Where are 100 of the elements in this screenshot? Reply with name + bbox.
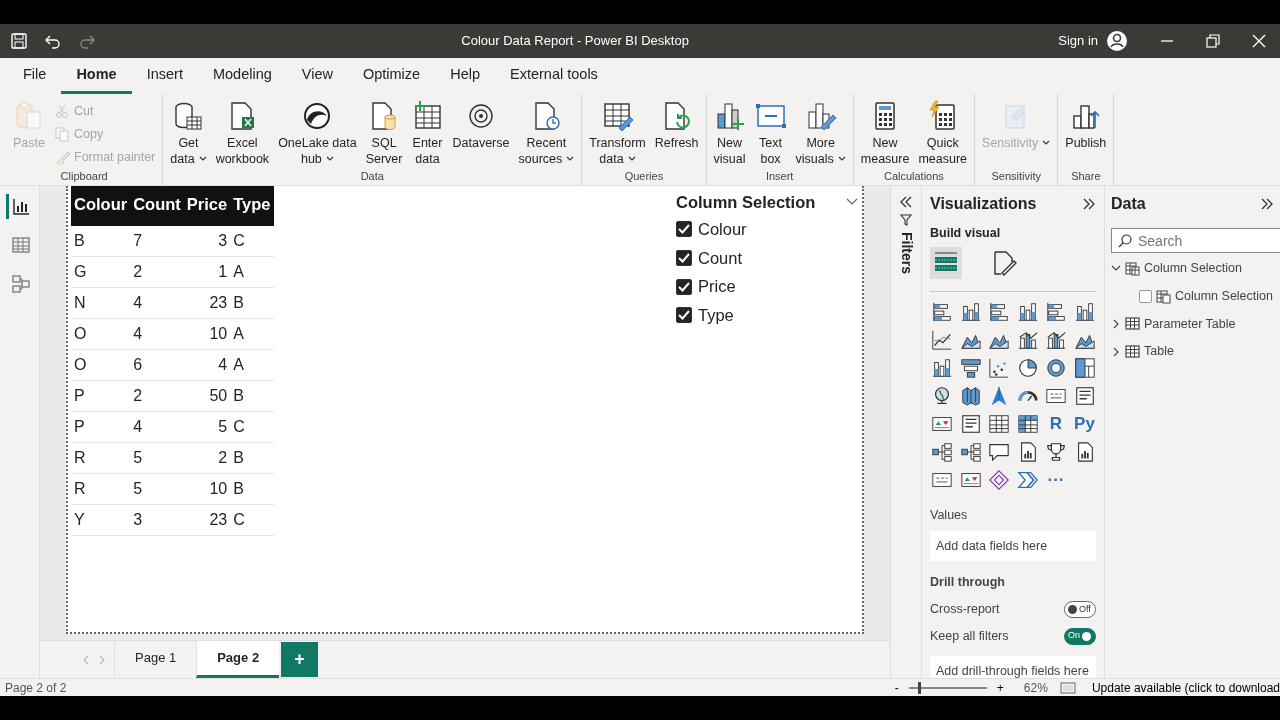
table-cell: P xyxy=(71,380,131,412)
slicer-option[interactable]: Colour xyxy=(676,214,747,244)
funnel-chart-icon xyxy=(959,356,982,379)
table-cell: 2 xyxy=(183,442,231,474)
drop-zone[interactable]: Add data fields here xyxy=(930,530,1096,562)
field-list-item[interactable]: Parameter Table xyxy=(1111,311,1236,337)
column-header[interactable]: Price xyxy=(183,186,231,226)
visual-type-button[interactable]: Py xyxy=(1072,411,1097,436)
parameter-field-icon xyxy=(1156,288,1171,304)
slicer-option[interactable]: Count xyxy=(676,243,743,273)
diagram-icon xyxy=(11,273,31,294)
sign-in-button[interactable]: Sign in xyxy=(1054,30,1132,52)
table-cell: P xyxy=(71,411,131,443)
table-cell: Y xyxy=(71,504,131,536)
field-list-item[interactable]: Column Selection xyxy=(1111,283,1273,309)
visual-type-button[interactable]: ··· xyxy=(1044,467,1068,492)
drop-zone[interactable]: Add drill-through fields here xyxy=(930,655,1096,678)
ribbon-button[interactable]: SQL Server xyxy=(361,98,407,169)
table-cell: 23 xyxy=(183,287,231,319)
menu-tab[interactable]: File xyxy=(8,60,62,94)
table-cell: B xyxy=(71,225,131,257)
column-header[interactable]: Type xyxy=(230,186,274,226)
column-header[interactable]: Count xyxy=(130,186,184,226)
column-chart-icon xyxy=(1016,300,1039,323)
visual-type-button[interactable] xyxy=(1072,355,1097,380)
visual-type-button[interactable]: R xyxy=(1044,411,1068,436)
add-page-button[interactable]: + xyxy=(281,642,318,677)
group-label: Calculations xyxy=(882,169,945,184)
column-header[interactable]: Colour xyxy=(71,186,131,226)
ribbon-button[interactable]: New visual xyxy=(709,98,750,169)
map-icon xyxy=(959,384,982,407)
bar-chart-icon xyxy=(931,300,953,323)
ribbon-button[interactable]: Recent sources xyxy=(514,98,579,169)
visual-type-button[interactable] xyxy=(987,467,1011,492)
checkbox[interactable] xyxy=(676,307,692,324)
zoom-in-button[interactable]: + xyxy=(992,678,1008,697)
user-avatar-icon xyxy=(1106,30,1128,52)
menu-tab[interactable]: Modeling xyxy=(197,60,287,94)
build-tab[interactable] xyxy=(930,246,962,279)
group-label: Share xyxy=(1070,169,1102,184)
field-list-item[interactable]: Column Selection xyxy=(1111,256,1242,281)
decomposition-tree-icon xyxy=(959,440,982,463)
group-label: Clipboard xyxy=(59,169,109,184)
ribbon-button[interactable]: Quick measure xyxy=(914,98,972,169)
ribbon-button[interactable]: Refresh xyxy=(650,98,703,169)
table-cell: B xyxy=(230,287,274,319)
table-cell: 10 xyxy=(183,318,231,350)
toggle-switch[interactable]: Off xyxy=(1064,600,1096,618)
page-tab[interactable]: Page 2 xyxy=(196,641,280,678)
slicer-option[interactable]: Price xyxy=(676,272,736,301)
list-card-icon xyxy=(959,412,982,435)
ribbon-button[interactable]: Enter data xyxy=(407,98,448,169)
table-cell: 3 xyxy=(130,504,184,536)
ribbon-button[interactable]: Text box xyxy=(750,98,791,169)
menu-tab[interactable]: Optimize xyxy=(347,60,436,94)
column-chart-icon xyxy=(931,356,953,379)
trophy-icon xyxy=(1045,440,1067,463)
search-icon xyxy=(1118,234,1132,248)
group-label: Insert xyxy=(764,169,795,184)
ribbon-button[interactable]: Excel workbook xyxy=(211,98,274,169)
filters-pane-label[interactable]: Filters xyxy=(895,232,917,274)
slider-thumb[interactable] xyxy=(918,681,922,694)
previous-page-icon xyxy=(82,654,90,665)
table-cell: B xyxy=(230,380,274,412)
checkbox[interactable] xyxy=(676,278,692,295)
ribbon-button[interactable]: OneLake data hub xyxy=(274,98,361,169)
copy-icon xyxy=(54,126,70,143)
ribbon-button[interactable]: Dataverse xyxy=(448,98,514,169)
search-field[interactable]: Search xyxy=(1111,228,1280,253)
window-title: Colour Data Report - Power BI Desktop xyxy=(460,32,690,51)
ribbon-button[interactable]: New measure xyxy=(856,98,914,169)
ribbon-button[interactable]: Get data xyxy=(166,98,211,169)
table-cell: 4 xyxy=(130,287,184,319)
table-cell: 7 xyxy=(130,225,184,257)
checkbox[interactable] xyxy=(676,249,692,266)
menu-tab[interactable]: View xyxy=(286,60,348,94)
zoom-out-button[interactable]: - xyxy=(890,678,903,697)
pane-title: Data xyxy=(1111,194,1146,214)
scissors-icon xyxy=(54,103,70,120)
ribbon-button[interactable]: Publish xyxy=(1061,98,1111,169)
table-cell: O xyxy=(71,349,131,381)
menu-tab[interactable]: Insert xyxy=(131,60,198,94)
checkbox[interactable] xyxy=(1139,289,1152,303)
page-count: Page 2 of 2 xyxy=(5,679,67,697)
slicer-option[interactable]: Type xyxy=(676,301,734,330)
toggle-switch[interactable]: On xyxy=(1064,627,1096,645)
ribbon-button[interactable]: Transform data xyxy=(585,98,650,169)
column-chart-icon xyxy=(959,300,982,323)
field-list-item[interactable]: Table xyxy=(1111,339,1174,364)
menu-tab[interactable]: Help xyxy=(435,60,495,94)
menu-tab[interactable]: External tools xyxy=(495,60,613,94)
bar-chart-icon xyxy=(1045,300,1067,323)
table-cell: A xyxy=(230,349,274,381)
ribbon-button[interactable]: More visuals xyxy=(791,98,850,169)
table-cell: 5 xyxy=(130,442,184,474)
checkbox[interactable] xyxy=(676,221,692,238)
update-link[interactable]: Update available (click to download xyxy=(1091,678,1280,697)
database-icon xyxy=(172,100,205,132)
table-cell: A xyxy=(230,318,274,350)
table-cell: R xyxy=(71,473,131,505)
